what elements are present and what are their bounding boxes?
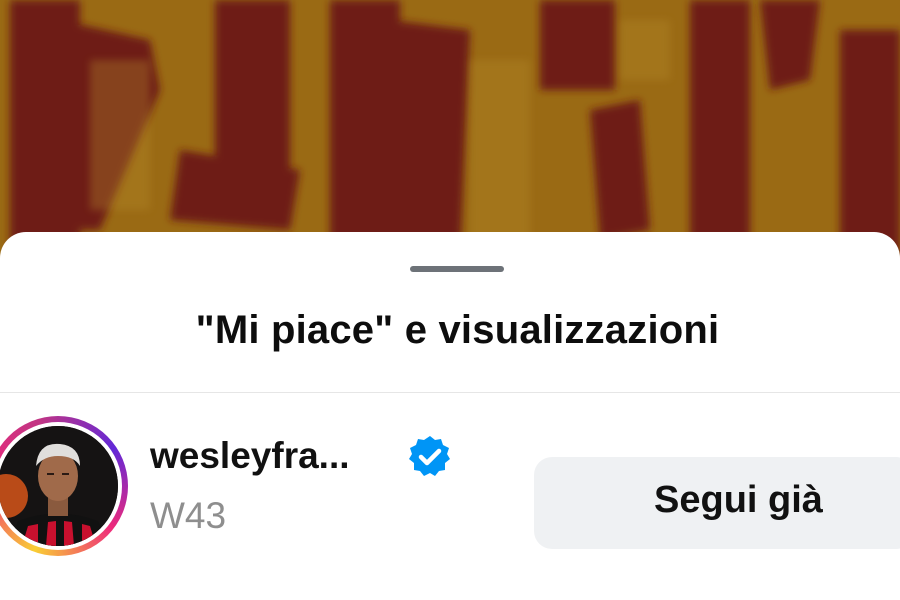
verified-badge-icon (409, 436, 450, 476)
viewer-full-name: W43 (150, 495, 227, 536)
story-viewers-screen: "Mi piace" e visualizzazioni wesleyfra..… (0, 0, 900, 600)
sheet-title: "Mi piace" e visualizzazioni (195, 308, 720, 352)
story-ring[interactable] (0, 416, 128, 556)
viewer-username[interactable]: wesleyfra... (150, 435, 350, 477)
following-button[interactable]: Segui già (534, 457, 900, 549)
story-background-image (0, 0, 900, 260)
avatar[interactable] (0, 426, 118, 546)
avatar-ring-gap (0, 422, 122, 550)
likes-and-views-sheet: "Mi piace" e visualizzazioni wesleyfra..… (0, 232, 900, 600)
avatar-image (0, 426, 118, 546)
following-button-label: Segui già (654, 479, 823, 521)
divider (0, 392, 900, 393)
drag-handle-icon[interactable] (410, 266, 504, 272)
viewer-list-item[interactable]: wesleyfra... W43 Segui già (0, 407, 900, 597)
